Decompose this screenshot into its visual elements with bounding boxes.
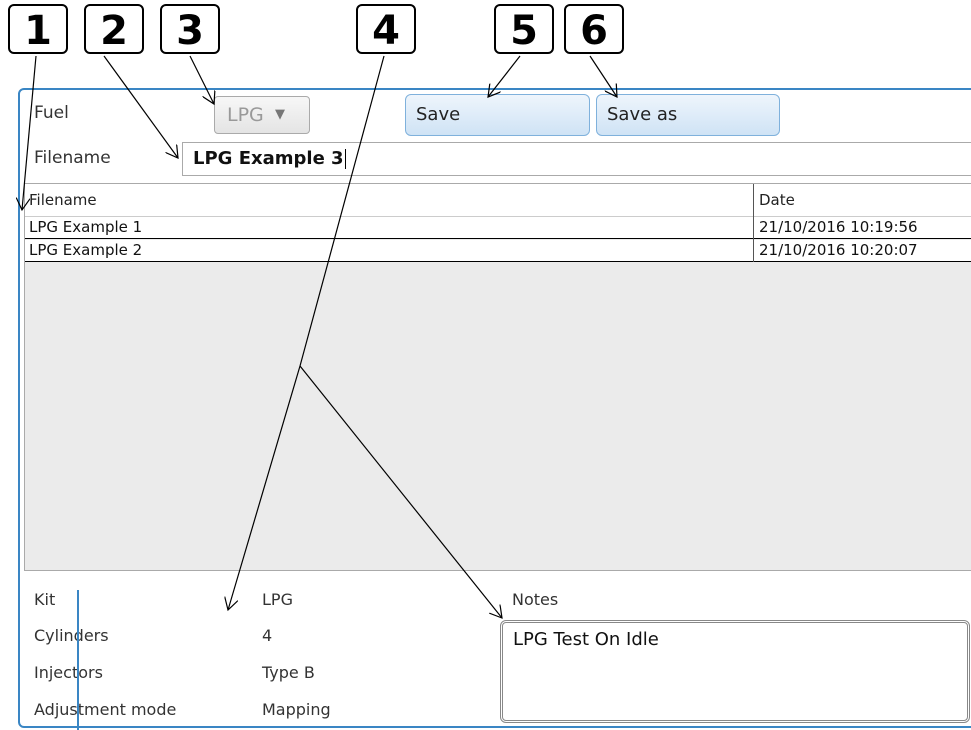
cylinders-value: 4 <box>262 626 273 645</box>
file-table: Filename Date LPG Example 1 21/10/2016 1… <box>24 183 971 571</box>
cylinders-label: Cylinders <box>34 626 109 645</box>
chevron-down-icon: ▼ <box>275 107 285 122</box>
callout-5: 5 <box>494 4 554 54</box>
callout-4: 4 <box>356 4 416 54</box>
table-row[interactable]: LPG Example 2 21/10/2016 10:20:07 <box>25 240 971 262</box>
notes-label: Notes <box>512 590 559 609</box>
fuel-select-value: LPG <box>227 104 264 126</box>
notes-textarea[interactable]: LPG Test On Idle <box>500 620 970 723</box>
table-row[interactable]: LPG Example 1 21/10/2016 10:19:56 <box>25 217 971 239</box>
splitter-line <box>77 590 79 730</box>
column-divider <box>753 184 754 262</box>
column-header-filename[interactable]: Filename <box>29 184 97 216</box>
filename-label: Filename <box>34 148 111 168</box>
callout-6: 6 <box>564 4 624 54</box>
filename-input-value: LPG Example 3 <box>193 148 344 169</box>
fuel-select[interactable]: LPG ▼ <box>214 96 310 134</box>
row-date: 21/10/2016 10:20:07 <box>759 241 918 259</box>
row-filename: LPG Example 2 <box>29 241 143 259</box>
table-header: Filename Date <box>25 184 971 217</box>
save-as-button[interactable]: Save as <box>596 94 780 136</box>
callout-1: 1 <box>8 4 68 54</box>
callout-3: 3 <box>160 4 220 54</box>
column-header-date[interactable]: Date <box>759 184 795 216</box>
text-caret <box>344 149 346 169</box>
adjustment-mode-label: Adjustment mode <box>34 700 177 719</box>
injectors-label: Injectors <box>34 663 103 682</box>
save-button[interactable]: Save <box>405 94 590 136</box>
row-filename: LPG Example 1 <box>29 218 143 236</box>
injectors-value: Type B <box>262 663 315 682</box>
fuel-label: Fuel <box>34 103 69 123</box>
callout-2: 2 <box>84 4 144 54</box>
filename-input[interactable]: LPG Example 3 <box>182 142 971 176</box>
row-date: 21/10/2016 10:19:56 <box>759 218 918 236</box>
kit-value: LPG <box>262 590 293 609</box>
adjustment-mode-value: Mapping <box>262 700 331 719</box>
kit-label: Kit <box>34 590 56 609</box>
